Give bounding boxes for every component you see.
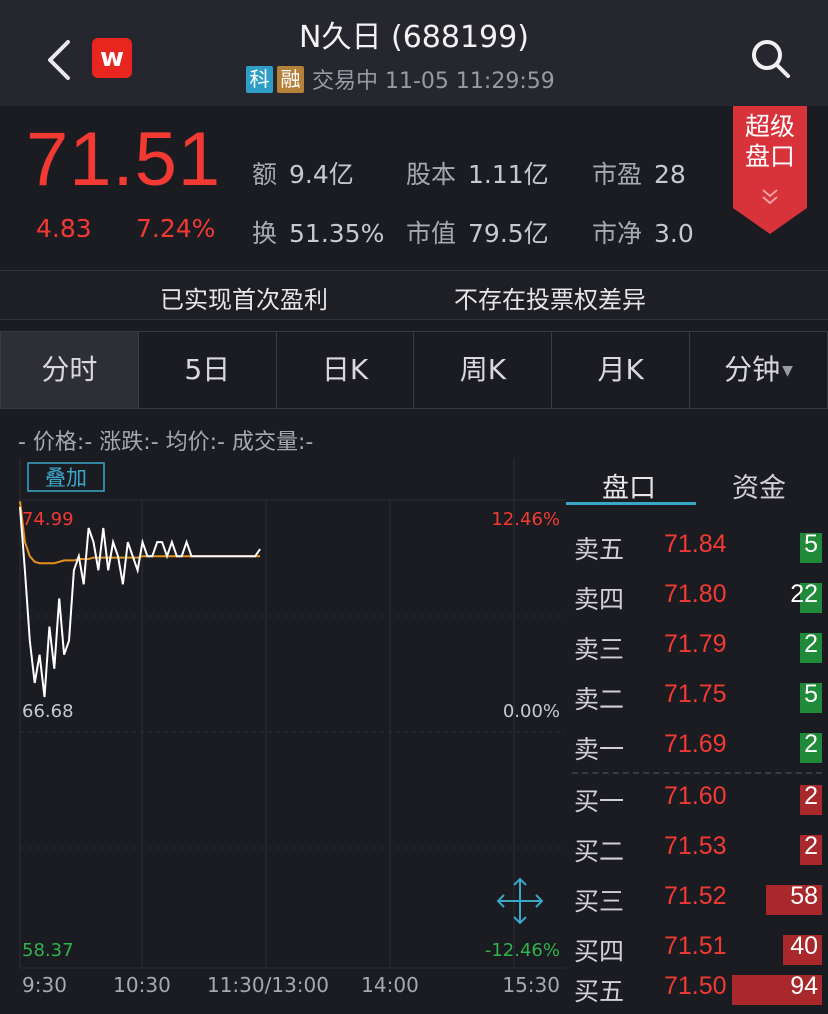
y-label-low: 58.37 bbox=[22, 940, 74, 961]
notice-bar bbox=[0, 270, 828, 320]
period-tabs: 分时 5日 日K 周K 月K 分钟 ▼ bbox=[0, 331, 828, 409]
x-label-0930: 9:30 bbox=[22, 973, 67, 997]
trade-status-text: 交易中 11-05 11:29:59 bbox=[312, 69, 555, 94]
tab-intraday[interactable]: 分时 bbox=[1, 332, 139, 408]
super-orderbook-label: 超级 盘口 bbox=[744, 112, 795, 171]
x-label-1030: 10:30 bbox=[113, 973, 171, 997]
current-price: 71.51 bbox=[26, 117, 222, 202]
pct-label-high: 12.46% bbox=[491, 509, 560, 530]
orderbook-row: 卖一 71.69 2 bbox=[566, 722, 828, 772]
pct-label-mid: 0.00% bbox=[503, 701, 560, 722]
back-arrow-icon[interactable] bbox=[44, 38, 74, 82]
star-market-tag: 科 bbox=[246, 65, 273, 93]
tab-5day[interactable]: 5日 bbox=[139, 332, 277, 408]
tab-minute[interactable]: 分钟 ▼ bbox=[690, 332, 827, 408]
pb-ratio: 市净 3.0 bbox=[592, 219, 694, 248]
y-label-high: 74.99 bbox=[22, 509, 74, 530]
stock-status-line: 科 融 交易中 11-05 11:29:59 bbox=[246, 64, 555, 94]
orderbook-row: 卖四 71.80 22 bbox=[566, 572, 828, 622]
orderbook-row: 买一 71.60 2 bbox=[566, 774, 828, 824]
turnover-amount: 额 9.4亿 bbox=[252, 160, 354, 189]
market-cap: 市值 79.5亿 bbox=[406, 219, 549, 248]
dropdown-caret-icon: ▼ bbox=[782, 363, 793, 379]
share-capital: 股本 1.11亿 bbox=[406, 160, 549, 189]
price-line bbox=[19, 506, 261, 698]
tab-orderbook[interactable]: 盘口 bbox=[602, 466, 656, 505]
orderbook-row: 卖三 71.79 2 bbox=[566, 622, 828, 672]
orderbook-row: 买五 71.50 94 bbox=[566, 964, 828, 1014]
pe-ratio: 市盈 28 bbox=[592, 160, 686, 189]
stock-title: N久日 (688199) bbox=[299, 20, 529, 55]
move-arrows-icon[interactable] bbox=[496, 877, 544, 925]
x-label-1400: 14:00 bbox=[361, 973, 419, 997]
orderbook-row: 买三 71.52 58 bbox=[566, 874, 828, 924]
x-label-1130: 11:30/13:00 bbox=[207, 973, 329, 997]
price-change-percent: 7.24% bbox=[136, 214, 216, 243]
orderbook-row: 卖二 71.75 5 bbox=[566, 672, 828, 722]
tab-weekly-k[interactable]: 周K bbox=[414, 332, 553, 408]
app-logo-icon[interactable]: w bbox=[92, 38, 132, 78]
notice-voting-rights: 不存在投票权差异 bbox=[454, 286, 646, 314]
tab-daily-k[interactable]: 日K bbox=[277, 332, 415, 408]
pct-label-low: -12.46% bbox=[485, 940, 560, 961]
y-label-mid: 66.68 bbox=[22, 701, 74, 722]
x-label-1530: 15:30 bbox=[502, 973, 560, 997]
active-tab-indicator bbox=[566, 502, 696, 505]
tab-fund[interactable]: 资金 bbox=[732, 466, 786, 505]
orderbook-tabs: 盘口 资金 bbox=[566, 458, 828, 506]
crosshair-info-line: - 价格:- 涨跌:- 均价:- 成交量:- bbox=[18, 430, 314, 455]
orderbook-row: 卖五 71.84 5 bbox=[566, 522, 828, 572]
notice-profit: 已实现首次盈利 bbox=[160, 286, 328, 314]
price-change: 4.83 bbox=[36, 214, 92, 243]
overlay-label: 叠加 bbox=[45, 466, 87, 490]
margin-trading-tag: 融 bbox=[277, 65, 304, 93]
tab-monthly-k[interactable]: 月K bbox=[552, 332, 691, 408]
orderbook-row: 买二 71.53 2 bbox=[566, 824, 828, 874]
intraday-chart[interactable]: 叠加 74.99 66.68 58.37 12.46% 0.00% -12.46… bbox=[18, 458, 566, 1014]
search-icon[interactable] bbox=[750, 38, 792, 80]
turnover-rate: 换 51.35% bbox=[252, 219, 385, 248]
